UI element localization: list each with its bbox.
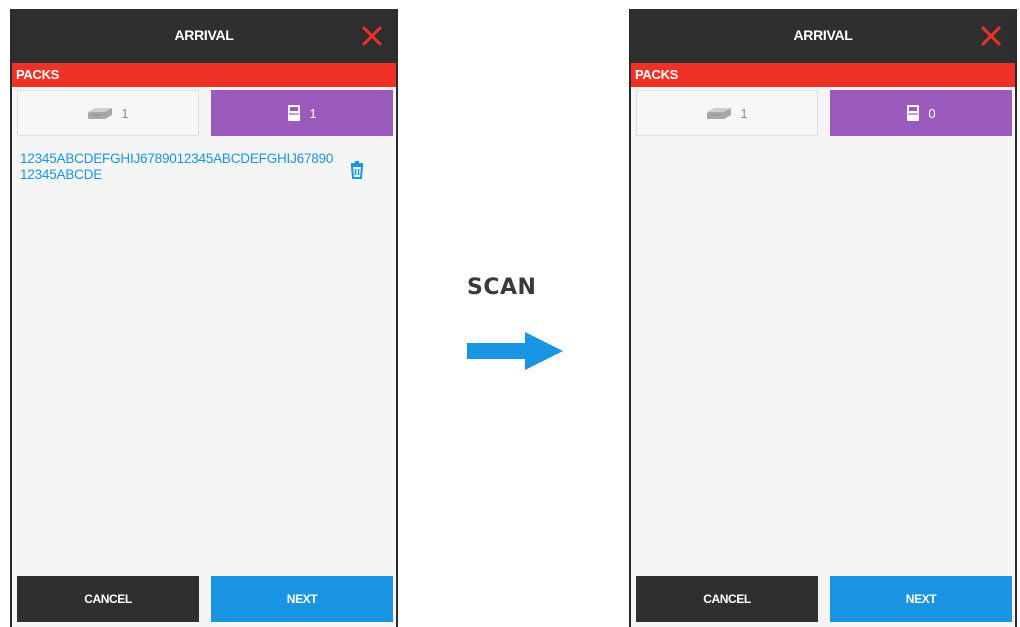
next-button[interactable]: NEXT [830, 576, 1012, 622]
page-title: ARRIVAL [174, 27, 234, 43]
page-title: ARRIVAL [793, 27, 853, 43]
section-header: PACKS [12, 63, 396, 87]
tab-packages[interactable]: 1 [211, 90, 393, 136]
tab-scanner[interactable]: 1 [17, 90, 199, 136]
scan-label: SCAN [467, 275, 537, 300]
tab-count: 0 [928, 105, 936, 121]
section-header: PACKS [631, 63, 1015, 87]
cancel-button[interactable]: CANCEL [17, 576, 199, 622]
package-icon [287, 104, 301, 122]
screen-before-scan: ARRIVAL PACKS 1 1 12345ABCDEFGHIJ6789012… [10, 9, 398, 627]
trash-icon[interactable] [349, 161, 365, 179]
arrow-right-icon [467, 332, 563, 370]
pack-code: 12345ABCDEFGHIJ6789012345ABCDEFGHIJ67890… [20, 151, 334, 182]
header-bar: ARRIVAL [631, 9, 1015, 63]
tab-count: 1 [309, 105, 317, 121]
scanner-icon [87, 106, 113, 120]
cancel-button[interactable]: CANCEL [636, 576, 818, 622]
tab-count: 1 [121, 105, 129, 121]
close-icon[interactable] [979, 24, 1003, 48]
close-icon[interactable] [360, 24, 384, 48]
tab-scanner[interactable]: 1 [636, 90, 818, 136]
next-button[interactable]: NEXT [211, 576, 393, 622]
scanner-icon [706, 106, 732, 120]
screen-after-scan: ARRIVAL PACKS 1 0 CANCEL NEXT [629, 9, 1017, 627]
tab-count: 1 [740, 105, 748, 121]
package-icon [906, 104, 920, 122]
header-bar: ARRIVAL [12, 9, 396, 63]
tab-packages[interactable]: 0 [830, 90, 1012, 136]
